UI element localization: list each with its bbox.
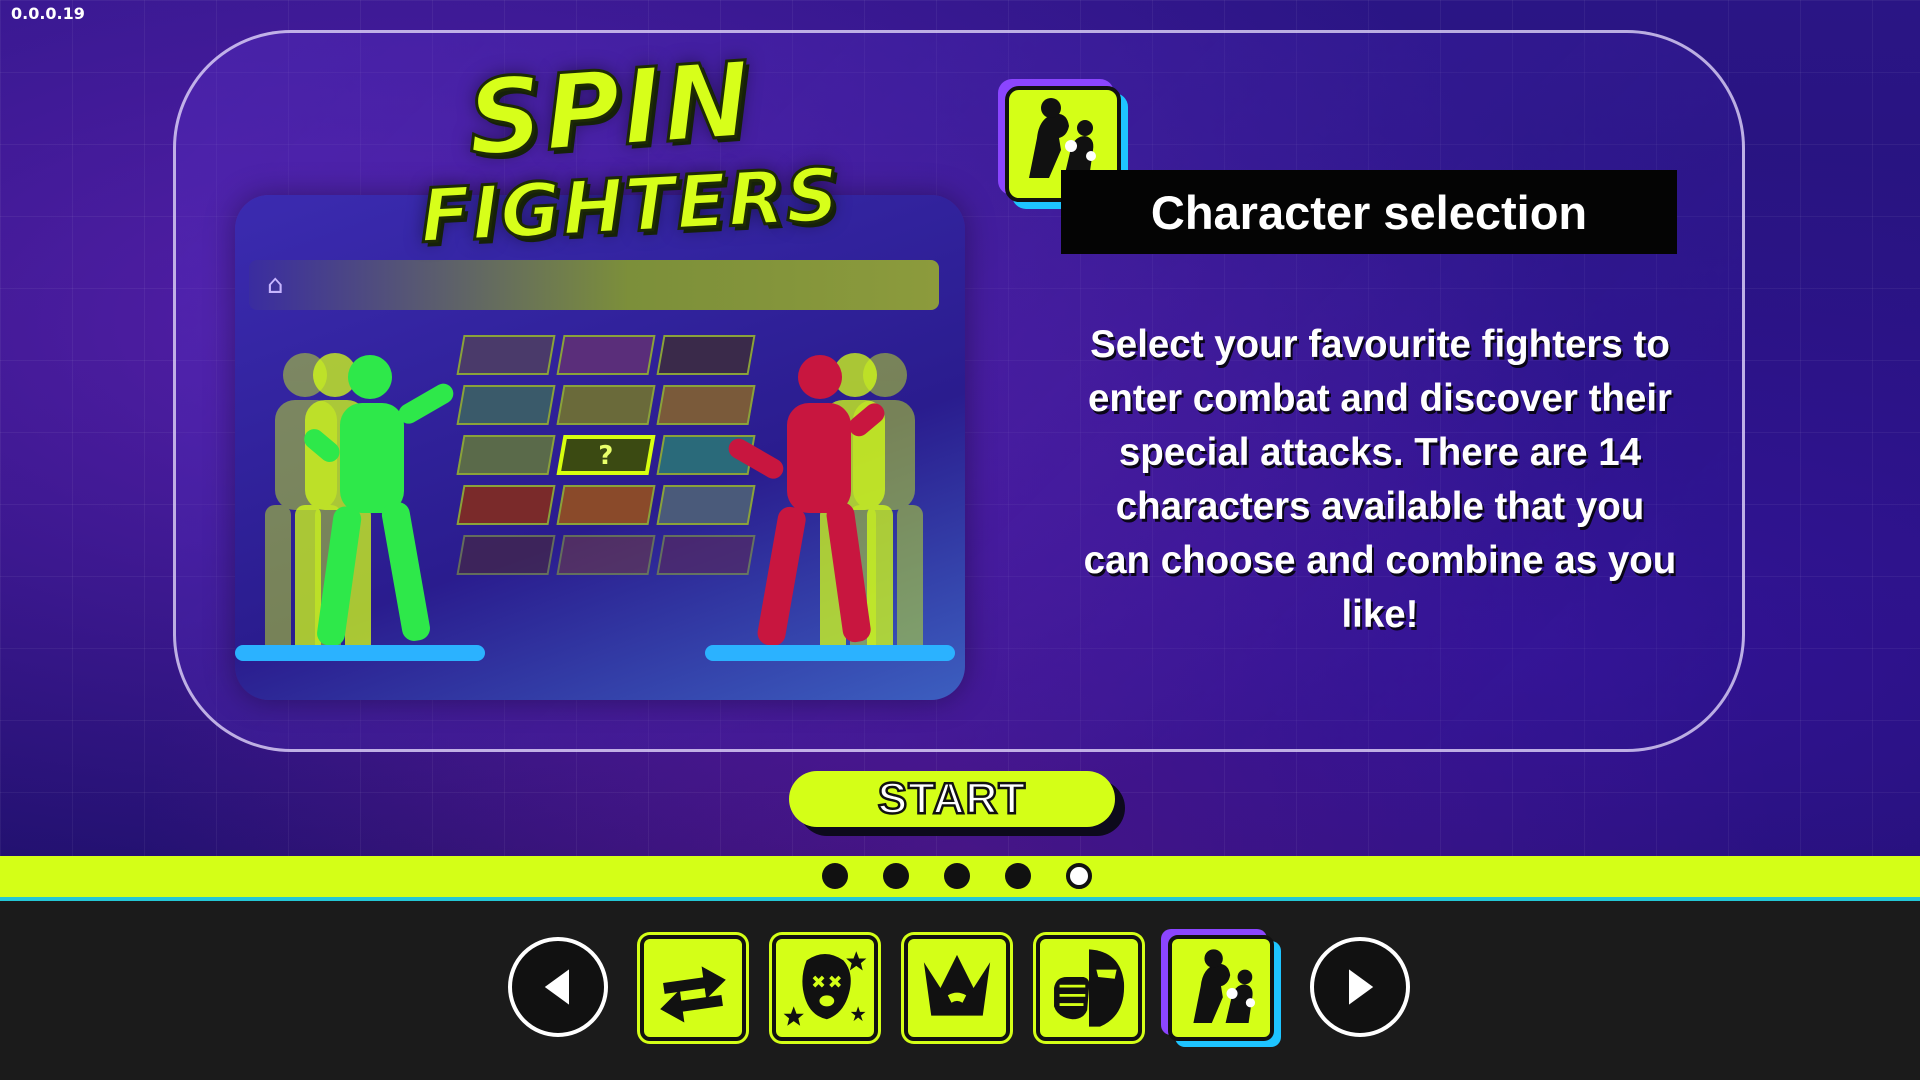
question-mark: ?: [598, 441, 614, 471]
next-button[interactable]: [1310, 937, 1410, 1037]
portrait-slot: [556, 335, 656, 375]
portrait-slot: [556, 535, 656, 575]
page-dot-5-active[interactable]: [1066, 863, 1092, 889]
page-indicator: [822, 863, 1092, 889]
logo-line-2: FIGHTERS: [417, 151, 844, 262]
section-title: Character selection: [1150, 185, 1588, 239]
spin-fighters-logo: SPIN FIGHTERS: [417, 37, 844, 302]
green-fighter-figure: [235, 353, 485, 661]
section-title-box: Character selection: [1061, 170, 1677, 254]
page-dot-2[interactable]: [883, 863, 909, 889]
crown-icon: [923, 954, 991, 1016]
knocked-out-face-icon: [783, 951, 867, 1026]
tab-knockout[interactable]: [772, 935, 878, 1041]
start-button-label: START: [877, 773, 1027, 825]
arrow-right-icon: [1349, 969, 1374, 1005]
fighter-silhouettes-icon: [1193, 949, 1256, 1023]
red-fighter-figure: [705, 353, 955, 661]
version-label: 0.0.0.19: [11, 4, 85, 23]
page-dot-3[interactable]: [944, 863, 970, 889]
page-dot-1[interactable]: [822, 863, 848, 889]
portrait-slot-selected: ?: [556, 435, 656, 475]
portrait-slot: [556, 385, 656, 425]
home-icon: ⌂: [267, 270, 284, 300]
section-description: Select your favourite fighters to enter …: [1083, 323, 1677, 636]
tab-crown[interactable]: [904, 935, 1010, 1041]
previous-button[interactable]: [508, 937, 608, 1037]
tab-character-selection-active[interactable]: [1168, 935, 1274, 1041]
swap-arrows-icon: [660, 966, 726, 1023]
portrait-slot: [556, 485, 656, 525]
tab-swap[interactable]: [640, 935, 746, 1041]
start-button[interactable]: START: [789, 771, 1115, 827]
arrow-left-icon: [544, 969, 569, 1005]
page-dot-4[interactable]: [1005, 863, 1031, 889]
punch-face-icon: [1054, 949, 1125, 1027]
tab-special-attacks[interactable]: [1036, 935, 1142, 1041]
